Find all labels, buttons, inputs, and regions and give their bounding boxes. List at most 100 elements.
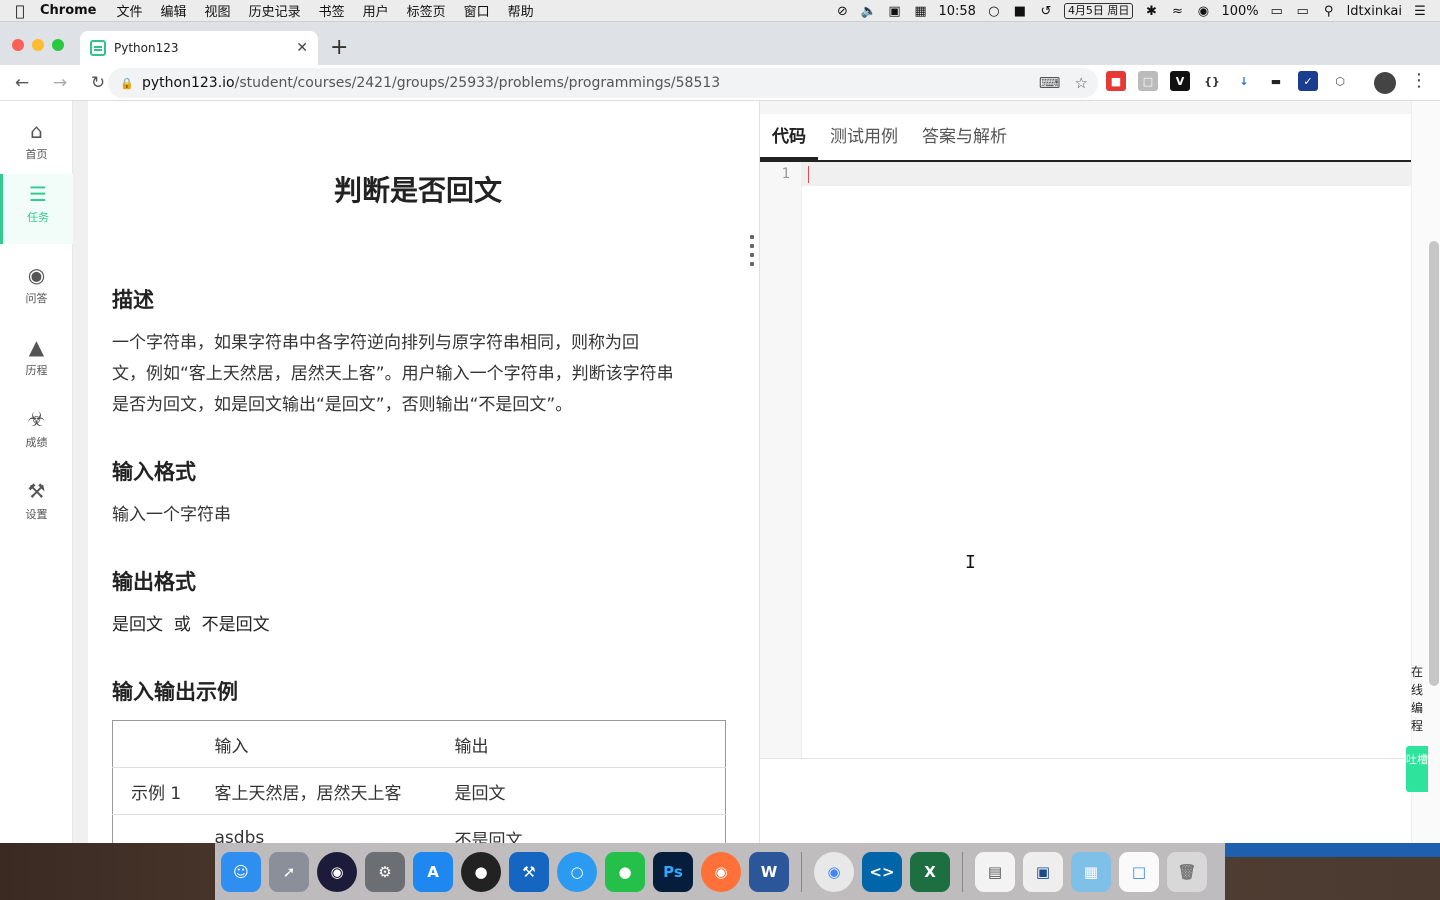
extension-check-icon[interactable]: ✓ — [1298, 71, 1318, 91]
dnd-icon[interactable]: ⊘ — [834, 4, 850, 19]
menu-history[interactable]: 历史记录 — [249, 1, 301, 20]
tab-close-icon[interactable]: ✕ — [296, 40, 308, 56]
bookmark-star-icon[interactable]: ☆ — [1075, 74, 1088, 92]
sidebar-item-tasks[interactable]: ☰ 任务 — [0, 174, 73, 244]
apple-menu-icon[interactable]:  — [0, 2, 40, 20]
back-icon[interactable]: ← — [6, 73, 38, 93]
system-preferences-icon[interactable]: ⚙ — [365, 851, 405, 892]
time-machine-icon[interactable]: ↺ — [1038, 4, 1054, 19]
problem-title: 判断是否回文 — [333, 174, 502, 207]
drag-handle-icon[interactable] — [750, 235, 755, 271]
lock-icon[interactable]: 🔒 — [120, 77, 134, 90]
menu-help[interactable]: 帮助 — [508, 1, 534, 20]
tab-code[interactable]: 代码 — [760, 114, 818, 160]
menu-app-name[interactable]: Chrome — [40, 3, 97, 18]
feedback-button[interactable]: 吐槽 — [1406, 746, 1428, 792]
photoshop-icon[interactable]: Ps — [653, 851, 693, 892]
io-example-table: 输入 输出 示例 1 客上天然居，居然天上客 是回文 asdbs 不是回文 — [112, 720, 726, 843]
excel-icon[interactable]: X — [910, 851, 950, 892]
tab-answer-analysis[interactable]: 答案与解析 — [910, 114, 1019, 160]
text-cursor — [808, 166, 809, 183]
browser-window: Python123 ✕ + ← → ↻ 🔒 python123.io/stude… — [0, 22, 1440, 843]
browser-tab[interactable]: Python123 ✕ — [80, 31, 318, 65]
tab-test-cases[interactable]: 测试用例 — [818, 114, 910, 160]
address-bar[interactable]: 🔒 python123.io/student/courses/2421/grou… — [108, 68, 1098, 98]
firefox-icon[interactable]: ◉ — [701, 851, 741, 892]
chat-app-icon[interactable]: ○ — [557, 851, 597, 892]
chrome-icon[interactable]: ◉ — [814, 851, 854, 892]
menu-user[interactable]: 用户 — [363, 1, 389, 20]
extension-chevrons-icon[interactable]: ↓ — [1234, 71, 1254, 91]
spotlight-icon[interactable]: ⚲ — [1321, 4, 1337, 19]
vscode-icon[interactable]: <> — [862, 851, 902, 892]
wifi-icon[interactable]: ≈ — [1169, 4, 1185, 19]
extension-mask-icon[interactable]: ▬ — [1266, 71, 1286, 91]
sidebar-item-history[interactable]: ▲ 历程 — [0, 327, 73, 397]
sidebar-item-grades[interactable]: ☣ 成绩 — [0, 399, 73, 469]
minimize-window-button[interactable] — [32, 39, 44, 51]
close-window-button[interactable] — [12, 39, 24, 51]
extension-cube-icon[interactable]: ⬡ — [1330, 71, 1350, 91]
profile-avatar[interactable] — [1374, 72, 1396, 94]
xcode-icon[interactable]: ⚒ — [509, 851, 549, 892]
url-path: /student/courses/2421/groups/25933/probl… — [234, 75, 721, 91]
menu-file[interactable]: 文件 — [117, 1, 143, 20]
screen-record-icon[interactable]: ▣ — [886, 4, 902, 19]
trash-icon[interactable]: 🗑 — [1167, 851, 1207, 892]
launchpad-icon[interactable]: ➚ — [269, 851, 309, 892]
extensions-area: ■ □ V {} ↓ ▬ ✓ ⬡ — [1106, 71, 1350, 91]
sidebar-item-qa[interactable]: ◉ 问答 — [0, 255, 73, 325]
menu-bookmarks[interactable]: 书签 — [319, 1, 345, 20]
panel-splitter[interactable] — [748, 101, 759, 843]
menu-view[interactable]: 视图 — [205, 1, 231, 20]
battery-icon[interactable]: ▭ — [1269, 4, 1285, 19]
menu-time[interactable]: 10:58 — [938, 4, 975, 19]
editor-tabs: 代码 测试用例 答案与解析 — [760, 114, 1412, 162]
bluetooth-icon[interactable]: ✱ — [1143, 4, 1159, 19]
extension-color-icon[interactable]: ■ — [1106, 71, 1126, 91]
new-tab-button[interactable]: + — [330, 35, 348, 60]
chat-status-icon[interactable]: ○ — [986, 4, 1002, 19]
notification-center-icon[interactable]: ☰ — [1412, 4, 1428, 19]
forward-icon[interactable]: → — [44, 73, 76, 93]
minimized-window-icon[interactable]: □ — [1119, 851, 1159, 892]
qq-icon[interactable]: ● — [461, 851, 501, 892]
trophy-icon: ☣ — [27, 407, 46, 431]
volume-icon[interactable]: 🔈 — [860, 4, 876, 19]
extension-json-icon[interactable]: {} — [1202, 71, 1222, 91]
airplay-icon[interactable]: ▭ — [1295, 4, 1311, 19]
finder-icon[interactable]: ☺ — [221, 851, 261, 892]
code-editor[interactable]: 1 I — [760, 162, 1412, 758]
siri-dock-icon[interactable]: ◉ — [317, 851, 357, 892]
folder-icon[interactable]: ▦ — [1071, 851, 1111, 892]
zoom-window-button[interactable] — [52, 39, 64, 51]
scrollbar-thumb[interactable] — [1429, 241, 1439, 686]
app-store-icon[interactable]: A — [413, 851, 453, 892]
sidebar-item-label: 任务 — [27, 211, 49, 224]
app-status-icon[interactable]: ■ — [1012, 4, 1028, 19]
presentation-icon[interactable]: ▣ — [1023, 851, 1063, 892]
word-icon[interactable]: W — [749, 851, 789, 892]
siri-icon[interactable]: ◉ — [1195, 4, 1211, 19]
menu-username[interactable]: ldtxinkai — [1347, 4, 1402, 19]
menu-tabs[interactable]: 标签页 — [407, 1, 446, 20]
tab-bar: Python123 ✕ + — [0, 22, 1440, 65]
wechat-icon[interactable]: ● — [605, 851, 645, 892]
online-coding-label[interactable]: 在线编程 — [1409, 663, 1425, 735]
chrome-menu-icon[interactable]: ⋮ — [1410, 70, 1428, 91]
sidebar-item-label: 历程 — [25, 364, 48, 377]
sidebar-item-home[interactable]: ⌂ 首页 — [0, 111, 73, 181]
sidebar-item-settings[interactable]: ⚒ 设置 — [0, 471, 73, 541]
extension-page-icon[interactable]: □ — [1138, 71, 1158, 91]
menu-date[interactable]: 4月5日 周日 — [1063, 3, 1134, 19]
menu-edit[interactable]: 编辑 — [161, 1, 187, 20]
document-icon[interactable]: ▤ — [975, 851, 1015, 892]
extension-v-icon[interactable]: V — [1170, 71, 1190, 91]
menu-window[interactable]: 窗口 — [464, 1, 490, 20]
browser-toolbar: ← → ↻ 🔒 python123.io/student/courses/242… — [0, 65, 1440, 101]
translate-icon[interactable]: ⌨ — [1039, 74, 1061, 92]
python123-favicon-icon — [90, 40, 106, 56]
mouse-ibeam-cursor-icon: I — [965, 552, 976, 573]
table-cell: 是回文 — [436, 767, 726, 815]
us-flag-icon[interactable]: ▦ — [912, 4, 928, 19]
